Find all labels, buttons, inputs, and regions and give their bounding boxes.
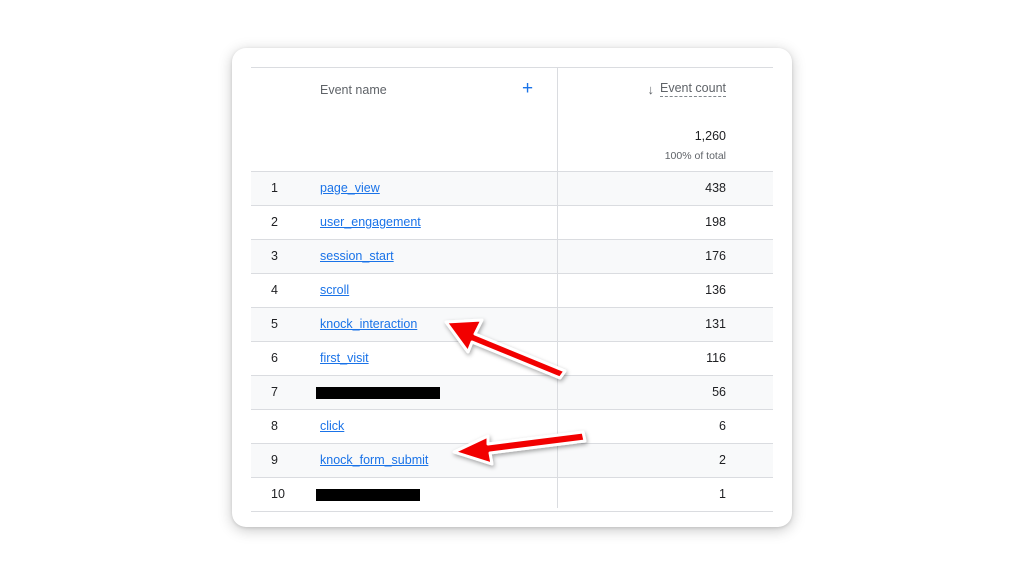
- event-count-label[interactable]: Event count: [659, 81, 726, 97]
- add-dimension-icon[interactable]: +: [522, 79, 533, 98]
- event-name-link[interactable]: first_visit: [320, 351, 369, 365]
- row-index: 4: [271, 283, 278, 297]
- table-row: 3 session_start 176: [251, 240, 773, 274]
- row-index: 3: [271, 249, 278, 263]
- event-name-link[interactable]: scroll: [320, 283, 349, 297]
- row-index: 5: [271, 317, 278, 331]
- row-index: 10: [271, 487, 285, 501]
- row-index: 7: [271, 385, 278, 399]
- row-index: 8: [271, 419, 278, 433]
- sort-descending-icon: ↓: [647, 81, 654, 97]
- table-row: 7 56: [251, 376, 773, 410]
- events-table: Event name + ↓ Event count 1,260 100% of…: [251, 67, 773, 512]
- table-row: 5 knock_interaction 131: [251, 308, 773, 342]
- event-count-column-header[interactable]: ↓ Event count: [647, 81, 726, 97]
- row-index: 2: [271, 215, 278, 229]
- row-index: 1: [271, 181, 278, 195]
- event-name-link[interactable]: knock_form_submit: [320, 453, 428, 467]
- event-name-link[interactable]: knock_interaction: [320, 317, 417, 331]
- table-row: 6 first_visit 116: [251, 342, 773, 376]
- event-count-value: 2: [719, 453, 726, 467]
- table-row: 2 user_engagement 198: [251, 206, 773, 240]
- row-index: 9: [271, 453, 278, 467]
- event-count-value: 131: [705, 317, 726, 331]
- event-name-column-header[interactable]: Event name: [320, 83, 387, 97]
- table-row: 4 scroll 136: [251, 274, 773, 308]
- event-name-link[interactable]: page_view: [320, 181, 380, 195]
- event-count-value: 6: [719, 419, 726, 433]
- event-count-value: 198: [705, 215, 726, 229]
- report-card: Event name + ↓ Event count 1,260 100% of…: [232, 48, 792, 527]
- table-body: 1 page_view 438 2 user_engagement 198 3 session…: [251, 172, 773, 512]
- event-count-value: 116: [706, 351, 726, 365]
- table-row: 8 click 6: [251, 410, 773, 444]
- redacted-event-name: [316, 387, 440, 399]
- table-row: 1 page_view 438: [251, 172, 773, 206]
- event-count-value: 1: [719, 487, 726, 501]
- event-count-value: 176: [705, 249, 726, 263]
- event-name-link[interactable]: click: [320, 419, 344, 433]
- total-event-count: 1,260: [694, 129, 726, 143]
- total-percent-label: 100% of total: [664, 150, 726, 162]
- event-name-link[interactable]: session_start: [320, 249, 394, 263]
- event-name-link[interactable]: user_engagement: [320, 215, 421, 229]
- row-index: 6: [271, 351, 278, 365]
- event-count-value: 438: [705, 181, 726, 195]
- column-divider: [557, 67, 558, 508]
- event-count-value: 56: [712, 385, 726, 399]
- table-row: 9 knock_form_submit 2: [251, 444, 773, 478]
- redacted-event-name: [316, 489, 420, 501]
- table-row: 10 1: [251, 478, 773, 512]
- table-header: Event name + ↓ Event count 1,260 100% of…: [251, 67, 773, 172]
- event-count-value: 136: [705, 283, 726, 297]
